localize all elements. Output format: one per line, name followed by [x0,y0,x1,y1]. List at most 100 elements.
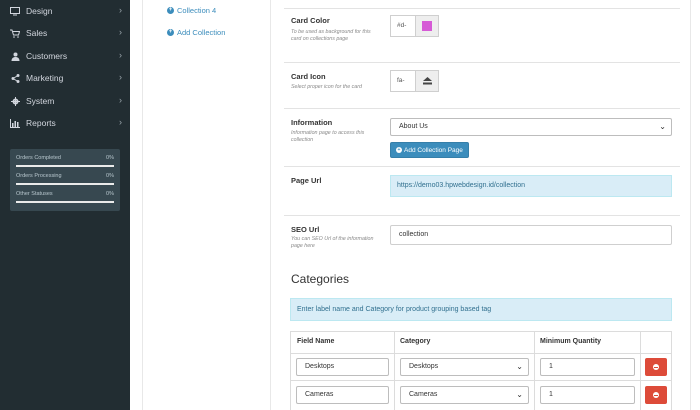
category-selected: Cameras [409,391,438,398]
sidebar-item-label: Customers [26,51,68,61]
plus-circle-icon: + [396,147,402,153]
column-header: Minimum Quantity [540,338,602,345]
order-stats-panel: Orders Completed 0% Orders Processing 0%… [10,149,120,211]
add-collection-label: Add Collection [177,28,226,37]
stat-label: Orders Processing [16,173,62,179]
minus-circle-icon [653,364,659,370]
add-collection-page-label: Add Collection Page [404,146,463,154]
field-name-input[interactable]: Cameras [296,386,389,404]
color-swatch [422,21,432,31]
row-divider [284,8,680,9]
sidebar-item-label: Design [26,6,53,16]
eject-icon [422,72,432,90]
stat-progress-bar [16,183,114,185]
monitor-icon [10,6,20,16]
stat-value: 0% [106,155,114,161]
chevron-right-icon: › [119,117,122,127]
color-picker-button[interactable] [415,15,439,37]
chevron-down-icon: ⌄ [659,122,666,131]
information-selected: About Us [399,123,428,130]
minus-circle-icon [653,392,659,398]
page-url-display: https://demo03.hpwebdesign.id/collection [390,175,672,197]
panel-border-left [142,0,143,410]
chevron-right-icon: › [119,50,122,60]
sidebar-item-marketing[interactable]: Marketing › [0,67,130,89]
table-border [290,331,291,410]
table-border [534,331,535,410]
categories-heading: Categories [291,272,350,286]
sidebar-item-customers[interactable]: Customers › [0,45,130,67]
table-border [671,331,672,410]
table-border [640,331,641,410]
add-collection-page-button[interactable]: + Add Collection Page [390,142,469,158]
remove-row-button[interactable] [645,386,667,404]
column-header: Category [400,338,431,345]
stat-other-statuses: Other Statuses 0% [16,189,114,207]
category-select[interactable]: Cameras ⌄ [400,386,529,404]
stat-progress-bar [16,201,114,203]
card-color-help: To be used as background for this card o… [291,29,371,42]
information-help: Information page to access this collecti… [291,130,365,143]
sidebar-item-label: Reports [26,118,56,128]
seo-url-input[interactable]: collection [390,225,672,245]
page-url-label: Page Url [291,176,322,185]
user-icon [10,51,20,61]
collection-tab-4[interactable]: + Collection 4 [167,6,216,15]
stat-label: Orders Completed [16,155,61,161]
seo-url-help: You can SEO Url of the information page … [291,236,374,249]
seo-url-label: SEO Url [291,225,320,234]
column-header: Field Name [297,338,335,345]
chevron-right-icon: › [119,95,122,105]
field-name-input[interactable]: Desktops [296,358,389,376]
card-color-input[interactable]: #d- [390,15,416,37]
plus-circle-icon: + [167,29,174,36]
collection-tab-label: Collection 4 [177,6,217,15]
category-select[interactable]: Desktops ⌄ [400,358,529,376]
remove-row-button[interactable] [645,358,667,376]
row-divider [284,166,680,167]
card-icon-label: Card Icon [291,72,326,81]
sidebar-item-label: Marketing [26,73,64,83]
table-border [394,331,395,410]
stat-progress-bar [16,165,114,167]
gear-icon [10,96,20,106]
information-select[interactable]: About Us ⌄ [390,118,672,136]
column-divider [270,0,271,410]
row-divider [284,108,680,109]
card-icon-help: Select proper icon for the card [291,84,362,90]
bar-chart-icon [10,118,20,128]
table-border [290,331,672,332]
chevron-down-icon: ⌄ [516,362,523,371]
sidebar-item-label: System [26,96,55,106]
chevron-right-icon: › [119,27,122,37]
min-quantity-input[interactable]: 1 [540,358,635,376]
sidebar-item-reports[interactable]: Reports › [0,112,130,134]
sidebar-item-sales[interactable]: Sales › [0,22,130,44]
stat-label: Other Statuses [16,191,53,197]
row-divider [284,62,680,63]
stat-orders-completed: Orders Completed 0% [16,153,114,171]
categories-info-box: Enter label name and Category for produc… [290,298,672,321]
share-icon [10,73,20,83]
plus-circle-icon: + [167,7,174,14]
sidebar-item-label: Sales [26,28,48,38]
row-divider [284,215,680,216]
chevron-down-icon: ⌄ [516,390,523,399]
sidebar-item-design[interactable]: Design › [0,0,130,22]
add-collection-link[interactable]: + Add Collection [167,28,225,37]
card-color-label: Card Color [291,16,330,25]
chevron-right-icon: › [119,5,122,15]
card-icon-input[interactable]: fa- [390,70,416,92]
chevron-right-icon: › [119,72,122,82]
icon-picker-button[interactable] [415,70,439,92]
table-border [290,353,672,354]
cart-icon [10,28,20,38]
stat-value: 0% [106,173,114,179]
sidebar-item-system[interactable]: System › [0,90,130,112]
information-label: Information [291,118,333,127]
sidebar: Design › Sales › Customers › Marketing ›… [0,0,130,410]
category-selected: Desktops [409,363,439,370]
stat-value: 0% [106,191,114,197]
panel-border-right [690,0,691,410]
min-quantity-input[interactable]: 1 [540,386,635,404]
